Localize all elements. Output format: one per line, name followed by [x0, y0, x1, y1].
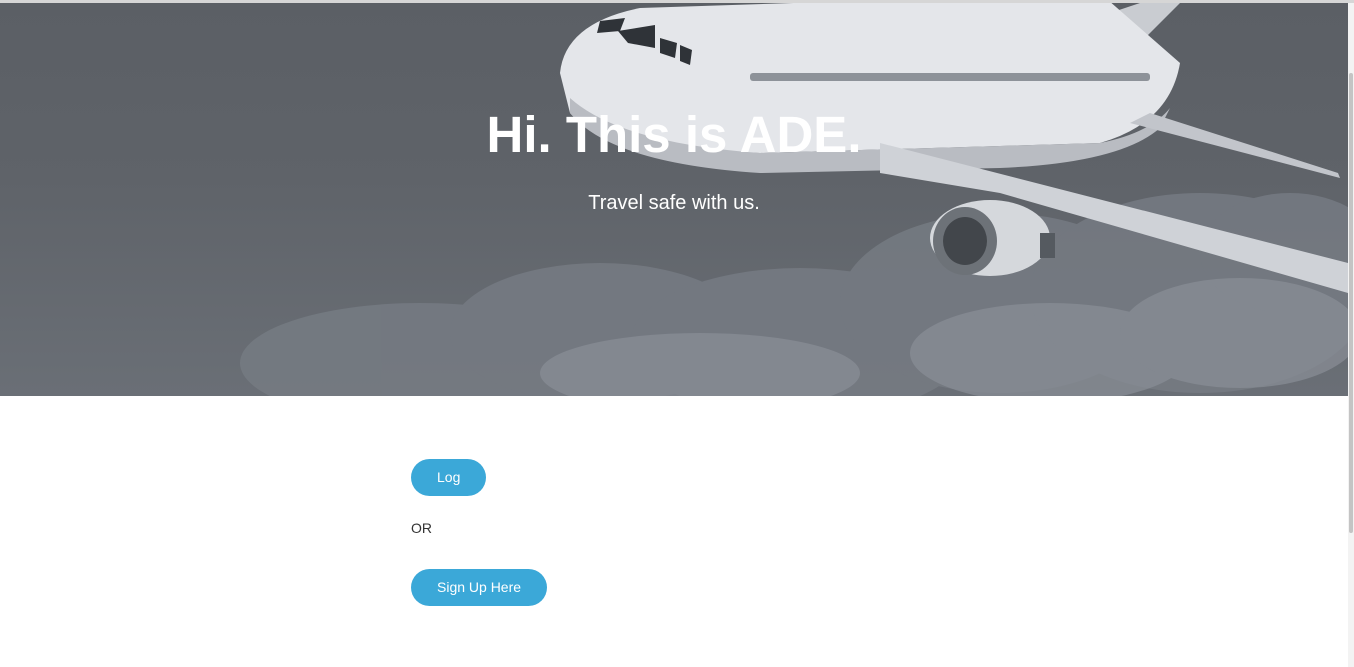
hero-subtitle: Travel safe with us. [588, 192, 760, 214]
vertical-scrollbar[interactable] [1348, 3, 1354, 667]
hero-title: Hi. This is ADE. [486, 106, 862, 163]
login-button[interactable]: Log In [411, 459, 487, 522]
page: Hi. This is ADE. Travel safe with us. Lo… [0, 0, 1354, 667]
signup-button[interactable]: Sign Up Here [411, 569, 548, 606]
scrollbar-thumb[interactable] [1349, 73, 1353, 533]
or-separator-text: OR [411, 520, 432, 536]
hero-banner: Hi. This is ADE. Travel safe with us. [0, 3, 1348, 396]
